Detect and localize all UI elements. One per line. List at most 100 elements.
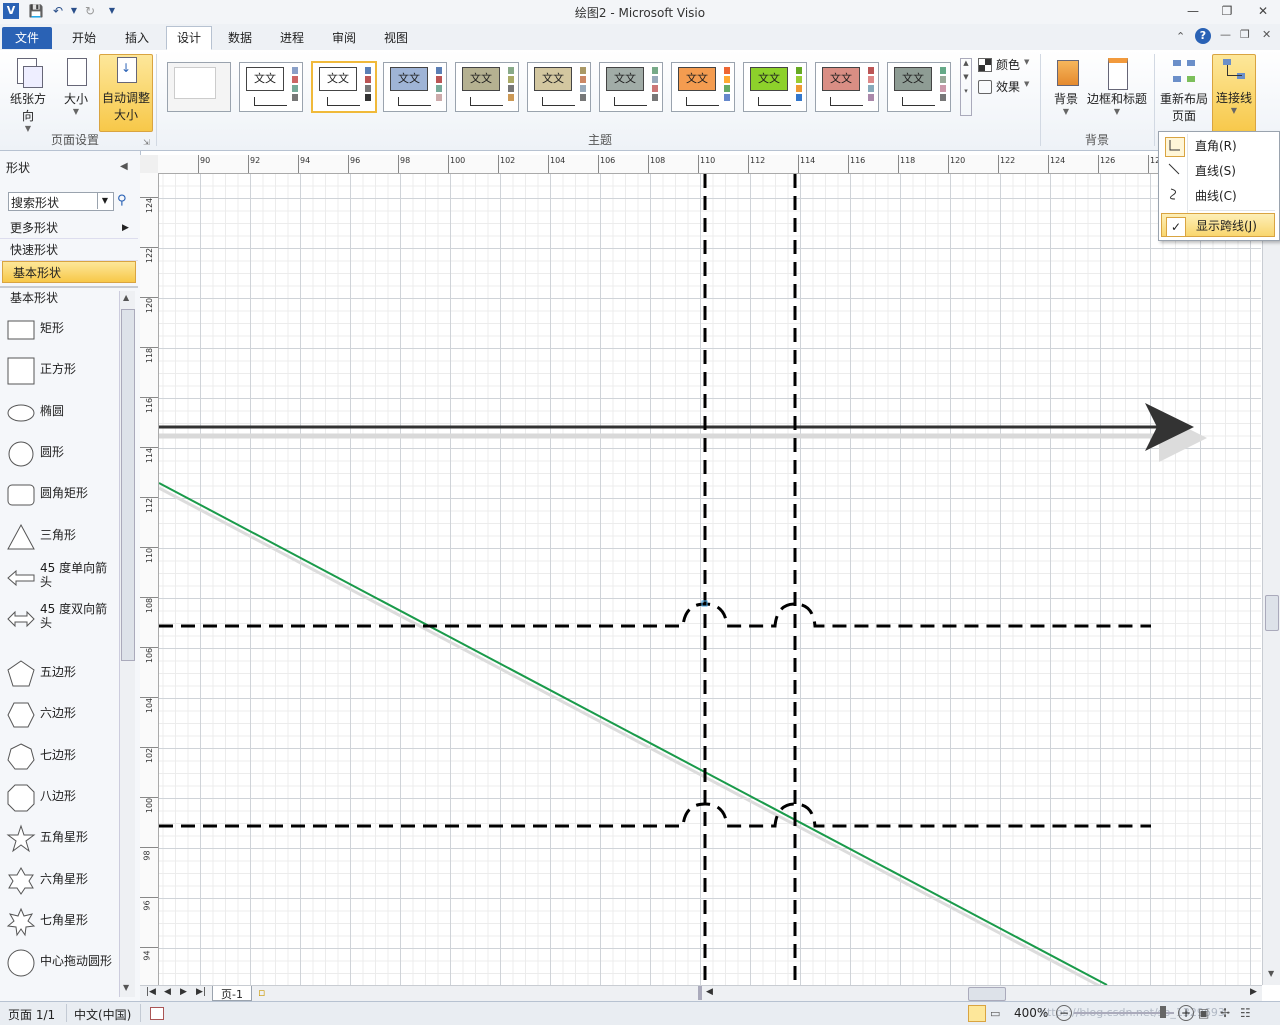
shape-item[interactable]: 矩形	[6, 311, 116, 347]
menu-item-straight[interactable]: 直线(S)	[1161, 159, 1275, 183]
tab-home[interactable]: 开始	[62, 27, 106, 49]
macro-record-icon[interactable]	[150, 1007, 164, 1020]
horizontal-scroll-thumb[interactable]	[968, 987, 1006, 1001]
tab-design[interactable]: 设计	[166, 26, 213, 50]
orientation-button[interactable]: 纸张方向 ▼	[6, 56, 50, 133]
quick-shapes[interactable]: 快速形状	[0, 239, 138, 261]
fit-page-icon[interactable]: ▣	[1198, 1006, 1209, 1020]
shape-item[interactable]: 三角形	[6, 518, 116, 554]
effects-button[interactable]: 效果 ▼	[978, 78, 1038, 94]
search-icon[interactable]: ⚲	[117, 193, 127, 208]
horizontal-dashed-line-1[interactable]	[159, 602, 1151, 628]
vertical-scroll-thumb[interactable]	[1265, 595, 1279, 631]
ruler-tick	[398, 155, 399, 173]
ruler-tick	[798, 155, 799, 173]
background-button[interactable]: 背景 ▼	[1044, 56, 1088, 116]
connectors-button[interactable]: 连接线 ▼	[1212, 54, 1256, 134]
language-indicator[interactable]: 中文(中国)	[74, 1006, 131, 1023]
scroll-left-icon[interactable]: ◀	[706, 987, 713, 997]
shape-item[interactable]: 椭圆	[6, 394, 116, 430]
tab-file[interactable]: 文件	[2, 27, 52, 49]
tab-data[interactable]: 数据	[218, 27, 262, 49]
collapse-panel-icon[interactable]: ◀	[120, 161, 128, 172]
shape-item[interactable]: 七角星形	[6, 903, 116, 939]
page-setup-launcher-icon[interactable]: ⇲	[143, 138, 150, 147]
theme-thumbnail[interactable]: 文文	[311, 61, 377, 113]
tab-process[interactable]: 进程	[270, 27, 314, 49]
menu-item-right-angle[interactable]: 直角(R)	[1161, 134, 1275, 158]
theme-thumbnail[interactable]: 文文	[887, 62, 951, 112]
doc-close-icon[interactable]: ✕	[1262, 28, 1271, 41]
insert-page-icon[interactable]: ▫	[258, 986, 265, 999]
search-shapes-input[interactable]: 搜索形状 ▼	[8, 192, 114, 211]
shapes-scrollbar[interactable]: ▲ ▼	[119, 291, 135, 997]
menu-item-curved[interactable]: 曲线(C)	[1161, 184, 1275, 208]
pan-zoom-icon[interactable]: ✢	[1220, 1006, 1230, 1020]
tab-view[interactable]: 视图	[374, 27, 418, 49]
borders-titles-button[interactable]: 边框和标题 ▼	[1086, 56, 1148, 116]
switch-windows-icon[interactable]: ☷	[1240, 1006, 1251, 1020]
doc-restore-icon[interactable]: ❐	[1240, 28, 1250, 41]
green-connector-line[interactable]	[159, 482, 1108, 985]
theme-thumbnail[interactable]: 文文	[599, 62, 663, 112]
help-icon[interactable]: ?	[1195, 28, 1211, 44]
next-page-icon[interactable]: ▶	[180, 987, 187, 997]
ruler-tick	[140, 447, 158, 448]
shape-item[interactable]: 五边形	[6, 655, 116, 691]
theme-thumbnail[interactable]	[167, 62, 231, 112]
page-tab[interactable]: 页-1	[212, 986, 252, 1001]
first-page-icon[interactable]: |◀	[146, 987, 156, 997]
last-page-icon[interactable]: ▶|	[196, 987, 206, 997]
shape-item[interactable]: 正方形	[6, 352, 116, 388]
shape-item[interactable]: 中心拖动圆形	[6, 944, 116, 980]
doc-minimize-icon[interactable]: —	[1220, 28, 1231, 41]
themes-gallery-scroll[interactable]: ▲ ▼ ▾	[960, 58, 972, 116]
theme-thumbnail[interactable]: 文文	[239, 62, 303, 112]
normal-view-icon[interactable]	[968, 1005, 986, 1022]
shapes-scroll-thumb[interactable]	[121, 309, 135, 661]
minimize-button[interactable]: —	[1180, 2, 1206, 20]
colors-button[interactable]: 颜色 ▼	[978, 56, 1038, 72]
shape-item[interactable]: 六边形	[6, 696, 116, 732]
theme-thumbnail[interactable]: 文文	[815, 62, 879, 112]
presentation-view-icon[interactable]: ▭	[990, 1007, 1000, 1020]
theme-thumbnail[interactable]: 文文	[383, 62, 447, 112]
tab-review[interactable]: 审阅	[322, 27, 366, 49]
theme-thumbnail[interactable]: 文文	[671, 62, 735, 112]
scroll-down-icon[interactable]: ▼	[1268, 969, 1274, 978]
search-dropdown-icon[interactable]: ▼	[97, 193, 112, 209]
menu-item-show-line-jumps[interactable]: ✓ 显示跨线(J)	[1161, 213, 1275, 237]
page-indicator[interactable]: 页面 1/1	[8, 1006, 55, 1023]
zoom-in-icon[interactable]: +	[1178, 1005, 1194, 1021]
theme-thumbnail[interactable]: 文文	[527, 62, 591, 112]
more-shapes[interactable]: 更多形状 ▶	[0, 217, 138, 239]
relayout-button[interactable]: 重新布局 页面	[1158, 56, 1210, 124]
vertical-scrollbar[interactable]: ▲ ▼	[1262, 155, 1280, 985]
horizontal-dashed-line-2[interactable]	[159, 802, 1151, 828]
close-button[interactable]: ✕	[1250, 2, 1276, 20]
scroll-right-icon[interactable]: ▶	[1250, 987, 1257, 997]
shape-item[interactable]: 圆形	[6, 435, 116, 471]
theme-thumbnail[interactable]: 文文	[743, 62, 807, 112]
drawing-canvas[interactable]	[159, 174, 1261, 985]
auto-size-button[interactable]: ↓ 自动调整 大小	[99, 54, 153, 132]
shape-item[interactable]: 45 度单向箭头	[6, 559, 116, 595]
basic-shapes-stencil[interactable]: 基本形状	[2, 261, 136, 283]
zoom-out-icon[interactable]: −	[1056, 1005, 1072, 1021]
shape-item[interactable]: 七边形	[6, 738, 116, 774]
shape-item[interactable]: 六角星形	[6, 862, 116, 898]
prev-page-icon[interactable]: ◀	[164, 987, 171, 997]
tab-insert[interactable]: 插入	[115, 27, 159, 49]
shape-item[interactable]: 八边形	[6, 779, 116, 815]
zoom-level[interactable]: 400%	[1014, 1006, 1048, 1020]
ribbon-minimize-icon[interactable]: ⌃	[1176, 30, 1185, 43]
size-button[interactable]: 大小 ▼	[56, 56, 96, 116]
shape-item[interactable]: 五角星形	[6, 820, 116, 856]
zoom-slider[interactable]	[1074, 1012, 1174, 1014]
theme-thumbnail[interactable]: 文文	[455, 62, 519, 112]
split-handle[interactable]	[698, 986, 702, 1000]
restore-button[interactable]: ❐	[1214, 2, 1240, 20]
shape-item[interactable]: 圆角矩形	[6, 476, 116, 512]
shape-item[interactable]: 45 度双向箭头	[6, 600, 116, 636]
zoom-slider-thumb[interactable]	[1160, 1006, 1166, 1018]
